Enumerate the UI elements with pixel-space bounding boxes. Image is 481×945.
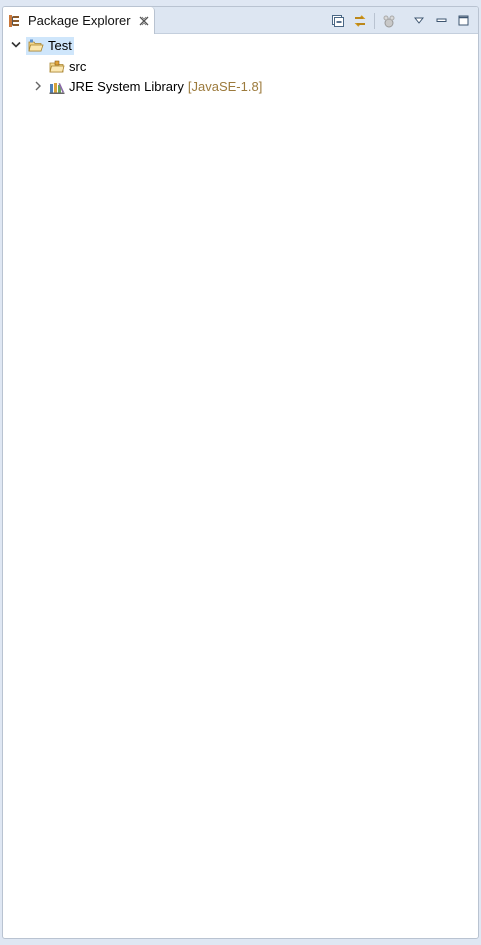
tree-item-label: JRE System Library — [69, 79, 184, 94]
java-project-folder-icon — [28, 39, 44, 51]
tree-item-project[interactable]: Test — [26, 36, 74, 55]
view-tab-bar: Package Explorer — [3, 7, 478, 34]
tree-item-src[interactable]: src — [49, 57, 86, 76]
minimize-icon[interactable] — [432, 12, 450, 30]
package-explorer-view: Package Explorer Test src JRE System Lib… — [2, 6, 479, 939]
view-menu-icon[interactable] — [410, 12, 428, 30]
selection-highlight: Test — [26, 36, 74, 55]
tab-title: Package Explorer — [28, 13, 131, 28]
focus-on-active-task-icon[interactable] — [380, 12, 398, 30]
view-toolbar — [325, 7, 472, 34]
source-folder-icon — [49, 60, 65, 72]
chevron-down-icon[interactable] — [10, 39, 22, 51]
chevron-right-icon[interactable] — [32, 80, 44, 92]
link-with-editor-icon[interactable] — [351, 12, 369, 30]
tree-item-jre-library[interactable]: JRE System Library [JavaSE-1.8] — [49, 77, 262, 96]
tree-item-label: src — [69, 59, 87, 74]
project-tree: Test src JRE System Library [JavaSE-1.8] — [3, 35, 478, 938]
toolbar-separator — [374, 12, 375, 29]
close-icon[interactable] — [138, 15, 150, 27]
tree-item-label: Test — [48, 38, 72, 53]
package-explorer-tab[interactable]: Package Explorer — [3, 7, 155, 34]
library-icon — [49, 82, 65, 94]
maximize-icon[interactable] — [454, 12, 472, 30]
tree-item-decoration: [JavaSE-1.8] — [187, 79, 263, 94]
collapse-all-icon[interactable] — [329, 12, 347, 30]
package-explorer-icon — [9, 14, 19, 27]
